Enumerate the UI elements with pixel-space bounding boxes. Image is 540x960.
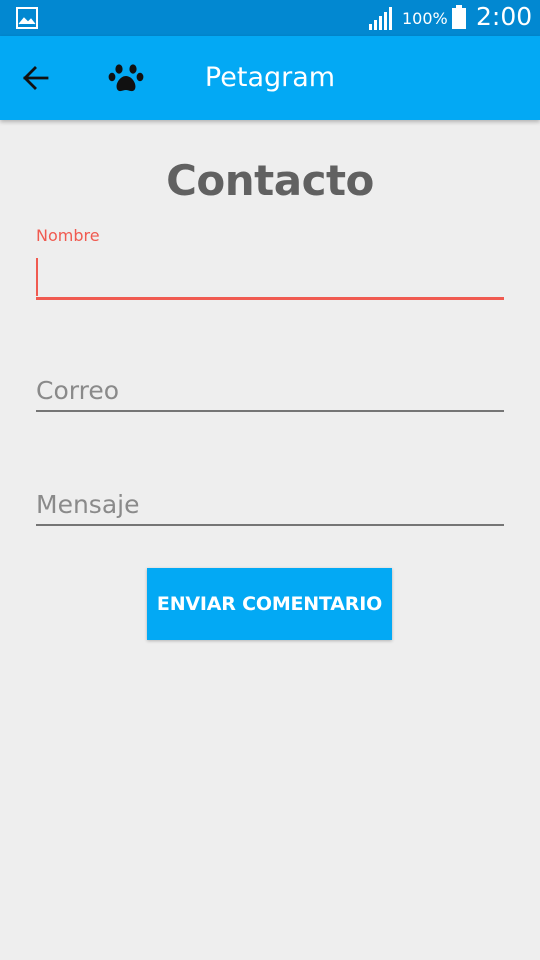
message-field-underline xyxy=(36,524,504,526)
status-bar: 100% 2:00 xyxy=(0,0,540,36)
page-title: Contacto xyxy=(166,156,374,205)
name-field: Nombre xyxy=(36,226,504,302)
name-field-label: Nombre xyxy=(36,226,100,245)
message-field xyxy=(36,478,504,528)
battery-percentage: 100% xyxy=(402,9,448,28)
message-input[interactable] xyxy=(36,484,504,524)
email-field xyxy=(36,364,504,414)
app-title: Petagram xyxy=(0,62,540,93)
email-input[interactable] xyxy=(36,370,504,410)
app-bar: Petagram xyxy=(0,36,540,120)
text-cursor xyxy=(36,258,38,296)
name-input[interactable] xyxy=(36,258,504,298)
status-time: 2:00 xyxy=(476,2,533,31)
signal-icon xyxy=(369,7,392,30)
battery-icon xyxy=(452,5,466,29)
gallery-icon xyxy=(16,7,38,29)
send-comment-button[interactable]: ENVIAR COMENTARIO xyxy=(147,568,392,640)
name-field-underline xyxy=(36,297,504,300)
app-title-text: Petagram xyxy=(204,62,336,93)
email-field-underline xyxy=(36,410,504,412)
